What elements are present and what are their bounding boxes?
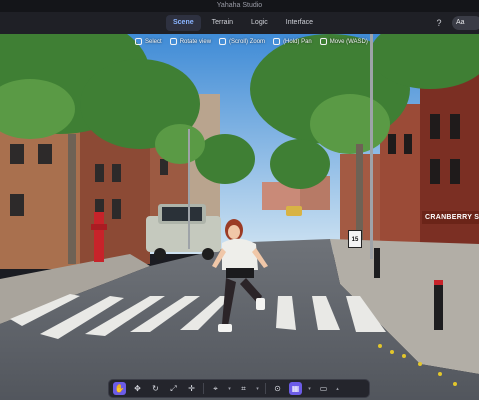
chevron-up-icon[interactable]: ▴: [335, 386, 340, 392]
account-button[interactable]: Aa: [452, 16, 479, 30]
mode-tabs: Scene Terrain Logic Interface: [166, 15, 320, 31]
camera-icon[interactable]: ⊙: [271, 382, 284, 395]
tab-scene[interactable]: Scene: [166, 15, 201, 31]
hint-select-label: Select: [145, 38, 162, 45]
chevron-down-icon[interactable]: ▾: [227, 386, 232, 392]
hint-pan-label: (Hold) Pan: [283, 38, 312, 45]
hint-move-label: Move (WASD): [329, 38, 368, 45]
transform-icon[interactable]: ✛: [185, 382, 198, 395]
scene-viewport[interactable]: Select Rotate view (Scroll) Zoom (Hold) …: [0, 34, 479, 400]
hint-pan: (Hold) Pan: [273, 38, 312, 45]
cursor-icon: [135, 38, 142, 45]
hint-rotate: Rotate view: [169, 38, 212, 45]
hint-select: Select: [135, 38, 162, 45]
hint-move: Move (WASD): [319, 38, 368, 45]
scene-render: [0, 34, 479, 400]
snap-icon[interactable]: ⌗: [237, 382, 250, 395]
top-bar: Scene Terrain Logic Interface ? Aa: [0, 12, 479, 34]
chevron-down-icon[interactable]: ▾: [255, 386, 260, 392]
toolbar-divider: [203, 383, 204, 394]
street-sign: CRANBERRY S: [422, 211, 479, 224]
question-circle-icon[interactable]: ?: [433, 17, 445, 29]
toolbar-divider: [265, 383, 266, 394]
move-icon[interactable]: ✥: [131, 382, 144, 395]
hint-rotate-label: Rotate view: [179, 38, 212, 45]
bottom-toolbar: ✋ ✥ ↻ ⤢ ✛ ⌖ ▾ ⌗ ▾ ⊙ ▦ ▾ ▭ ▴: [108, 379, 370, 398]
hint-zoom: (Scroll) Zoom: [219, 38, 265, 45]
speed-limit-sign: 15: [348, 230, 362, 248]
tab-interface[interactable]: Interface: [279, 15, 320, 31]
hint-zoom-label: (Scroll) Zoom: [229, 38, 266, 45]
grid-icon[interactable]: ▦: [289, 382, 302, 395]
keyboard-icon: [319, 38, 327, 45]
viewport-hints: Select Rotate view (Scroll) Zoom (Hold) …: [135, 38, 368, 45]
mouse-scroll-icon: [219, 38, 227, 45]
hand-icon[interactable]: ✋: [113, 382, 126, 395]
window-title: Yahaha Studio: [0, 0, 479, 12]
hand-icon: [273, 38, 281, 45]
scale-icon[interactable]: ⤢: [167, 382, 180, 395]
chevron-down-icon[interactable]: ▾: [307, 386, 312, 392]
video-icon[interactable]: ▭: [317, 382, 330, 395]
pivot-icon[interactable]: ⌖: [209, 382, 222, 395]
rotate-icon[interactable]: ↻: [149, 382, 162, 395]
tab-logic[interactable]: Logic: [244, 15, 275, 31]
tab-terrain[interactable]: Terrain: [205, 15, 240, 31]
rotate-icon: [169, 38, 177, 45]
